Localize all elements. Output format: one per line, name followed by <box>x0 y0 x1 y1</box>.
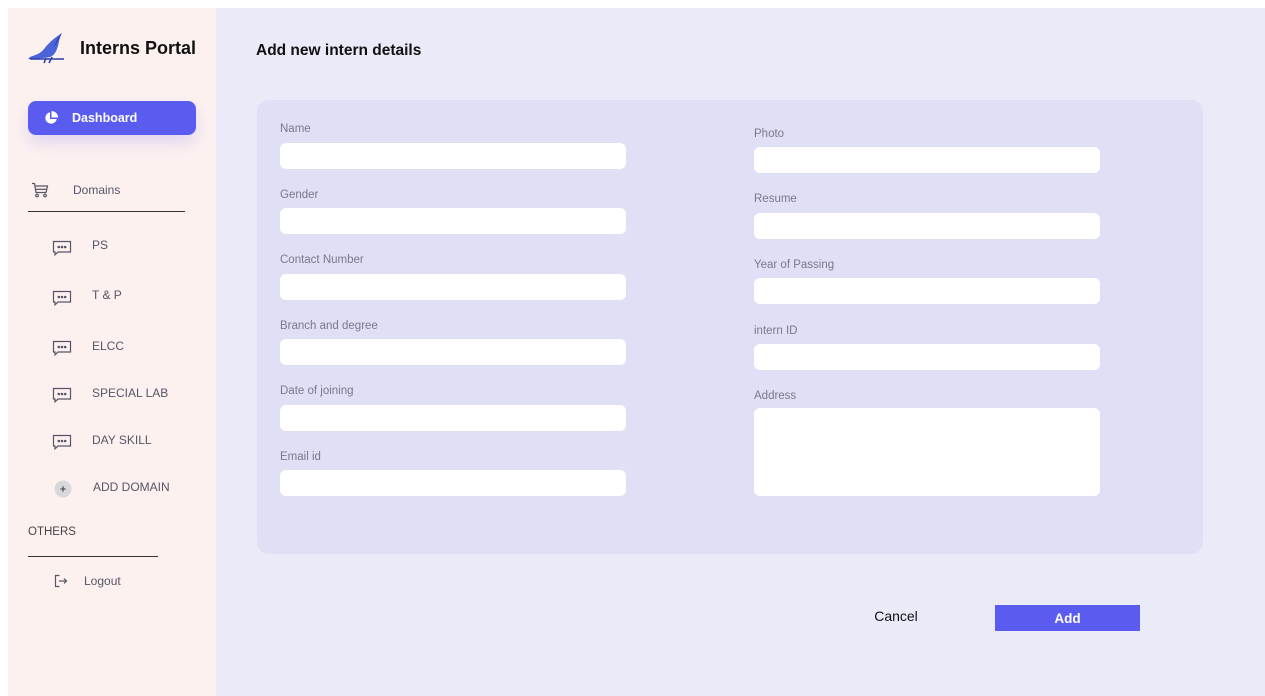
name-input[interactable] <box>280 143 626 169</box>
main-content: Add new intern details Name Gender Conta… <box>216 8 1265 696</box>
email-label: Email id <box>280 451 321 463</box>
cart-icon <box>31 182 49 198</box>
add-button[interactable]: Add <box>995 605 1140 631</box>
year-of-passing-input[interactable] <box>754 278 1100 304</box>
dashboard-button[interactable]: Dashboard <box>28 101 196 135</box>
photo-label: Photo <box>754 128 785 140</box>
sidebar-item-label: ELCC <box>92 339 125 353</box>
sidebar-item-label: ADD DOMAIN <box>93 480 170 494</box>
resume-label: Resume <box>754 193 797 205</box>
sidebar-item-label: Domains <box>73 183 121 197</box>
others-heading: OTHERS <box>28 526 76 538</box>
address-label: Address <box>754 390 797 402</box>
sidebar-item-domains[interactable]: Domains <box>31 179 120 201</box>
logout-button[interactable]: Logout <box>54 570 121 592</box>
app-title: Interns Portal <box>80 37 197 58</box>
gender-label: Gender <box>280 189 319 201</box>
branch-degree-input[interactable] <box>280 339 626 365</box>
others-divider <box>28 556 158 557</box>
sidebar: Interns Portal Dashboard Domains PS T & … <box>8 8 216 696</box>
brand: Interns Portal <box>26 30 196 66</box>
sidebar-item-label: T & P <box>92 288 122 302</box>
chat-bubble-icon <box>52 240 72 256</box>
cancel-button[interactable]: Cancel <box>856 606 936 626</box>
sidebar-item-elcc[interactable]: ELCC <box>52 337 124 359</box>
name-label: Name <box>280 123 311 135</box>
chat-bubble-icon <box>52 340 72 356</box>
address-textarea[interactable] <box>754 408 1100 496</box>
date-of-joining-input[interactable] <box>280 405 626 431</box>
chat-bubble-icon <box>52 290 72 306</box>
sidebar-item-label: PS <box>92 238 109 252</box>
email-input[interactable] <box>280 470 626 496</box>
branch-degree-label: Branch and degree <box>280 320 378 332</box>
page-title: Add new intern details <box>256 42 422 59</box>
resume-input[interactable] <box>754 213 1100 239</box>
dashboard-label: Dashboard <box>72 111 138 125</box>
intern-form-card: Name Gender Contact Number Branch and de… <box>257 100 1203 554</box>
contact-number-label: Contact Number <box>280 254 364 266</box>
gender-input[interactable] <box>280 208 626 234</box>
photo-input[interactable] <box>754 147 1100 173</box>
sidebar-item-ps[interactable]: PS <box>52 237 108 259</box>
chat-bubble-icon <box>52 434 72 450</box>
year-of-passing-label: Year of Passing <box>754 259 835 271</box>
bird-logo-icon <box>28 33 64 64</box>
sidebar-item-label: Logout <box>84 574 121 588</box>
logout-icon <box>54 574 68 588</box>
contact-number-input[interactable] <box>280 274 626 300</box>
domains-divider <box>28 211 185 212</box>
chat-bubble-icon <box>52 387 72 403</box>
sidebar-item-tnp[interactable]: T & P <box>52 287 122 309</box>
sidebar-item-special-lab[interactable]: SPECIAL LAB <box>52 384 168 406</box>
plus-circle-icon <box>53 479 73 499</box>
date-of-joining-label: Date of joining <box>280 385 354 397</box>
add-domain-button[interactable]: ADD DOMAIN <box>53 478 170 500</box>
sidebar-item-label: SPECIAL LAB <box>92 386 169 400</box>
intern-id-label: intern ID <box>754 325 798 337</box>
intern-id-input[interactable] <box>754 344 1100 370</box>
pie-chart-icon <box>44 111 58 125</box>
sidebar-item-day-skill[interactable]: DAY SKILL <box>52 431 152 453</box>
sidebar-item-label: DAY SKILL <box>92 433 152 447</box>
